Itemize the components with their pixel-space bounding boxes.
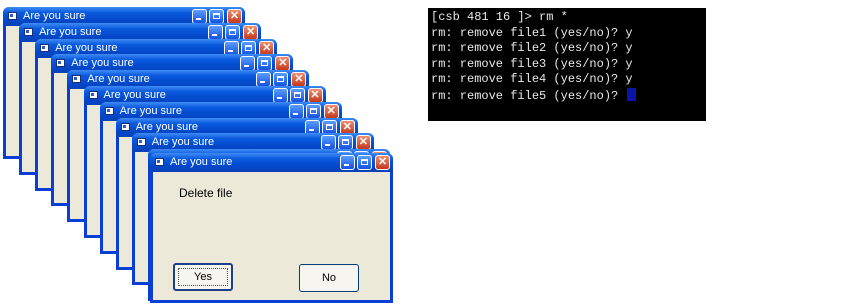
maximize-icon[interactable] [225,24,241,40]
window-icon [24,27,34,36]
window-icon [155,158,164,166]
dialog-title: Are you sure [55,41,118,54]
window-icon [40,43,50,52]
close-icon[interactable]: ✕ [307,88,323,103]
terminal-line: rm: remove file2 (yes/no)? y [431,41,633,55]
window-icon [8,12,17,20]
terminal-cursor [627,87,637,101]
dialog-title: Are you sure [151,136,215,149]
close-icon[interactable]: ✕ [355,135,371,151]
dialog-title: Are you sure [103,89,166,101]
no-button[interactable]: No [299,264,359,292]
no-button-label: No [321,272,337,284]
window-icon [88,91,98,99]
minimize-icon[interactable] [340,155,355,170]
dialog-title: Are you sure [87,73,150,86]
minimize-icon[interactable] [288,103,304,119]
window-icon [120,122,130,131]
yes-button[interactable]: Yes [173,263,233,291]
confirm-dialog-active[interactable]: Are you sure ✕ Delete file Yes No [150,153,393,303]
window-icon [104,106,114,115]
terminal-line: rm: remove file4 (yes/no)? y [431,72,633,86]
terminal-line: rm: remove file3 (yes/no)? y [431,56,633,71]
minimize-icon[interactable] [272,88,288,103]
terminal-prompt-line[interactable]: rm: remove file5 (yes/no)? [431,87,703,104]
maximize-icon[interactable] [257,56,273,72]
terminal-line: [csb 481 16 ]> rm * [431,10,568,24]
close-icon[interactable]: ✕ [259,40,275,56]
maximize-icon[interactable] [305,103,321,119]
maximize-icon[interactable] [209,9,224,24]
close-icon[interactable]: ✕ [339,119,355,135]
focus-rect [178,268,228,286]
dialog-title: Are you sure [23,10,86,22]
window-icon [136,138,146,147]
minimize-icon[interactable] [304,119,320,135]
terminal-line-text: rm: remove file5 (yes/no)? [431,88,626,103]
minimize-icon[interactable] [240,56,256,72]
close-icon[interactable]: ✕ [275,56,291,72]
minimize-icon[interactable] [320,135,336,151]
dialog-title: Are you sure [71,57,134,70]
dialog-title: Are you sure [135,120,199,133]
close-icon[interactable]: ✕ [291,72,307,88]
maximize-icon[interactable] [273,72,289,88]
close-icon[interactable]: ✕ [243,24,259,40]
maximize-icon[interactable] [337,135,353,151]
maximize-icon[interactable] [357,155,372,170]
close-icon[interactable]: ✕ [375,155,390,170]
dialog-title: Are you sure [119,104,182,117]
dialog-message: Delete file [179,186,233,200]
minimize-icon[interactable] [208,24,224,40]
maximize-icon[interactable] [241,40,257,56]
minimize-icon[interactable] [192,9,207,24]
minimize-icon[interactable] [224,40,240,56]
window-icon [72,75,82,84]
terminal-window[interactable]: [csb 481 16 ]> rm * rm: remove file1 (ye… [428,8,706,121]
dialog-title: Are you sure [170,156,233,168]
dialog-titlebar[interactable]: Are you sure ✕ [150,153,393,172]
maximize-icon[interactable] [321,119,337,135]
close-icon[interactable]: ✕ [227,9,242,24]
window-icon [56,59,66,68]
minimize-icon[interactable] [256,72,272,88]
dialog-title: Are you sure [39,25,102,38]
terminal-line: rm: remove file1 (yes/no)? y [431,25,633,40]
maximize-icon[interactable] [289,88,305,103]
close-icon[interactable]: ✕ [323,103,339,119]
